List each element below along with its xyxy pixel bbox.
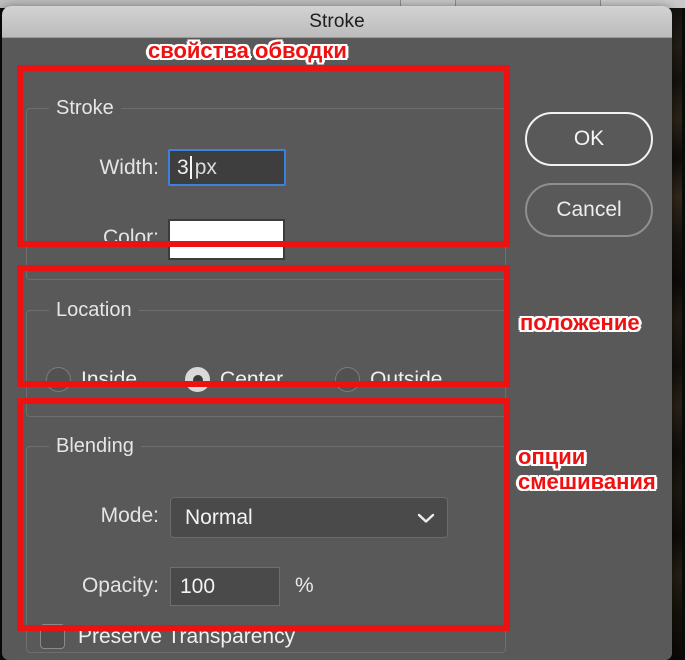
opacity-label: Opacity: (81, 574, 159, 597)
text-caret (189, 156, 192, 179)
annotation-label-blending-line2: смешивания (518, 469, 656, 494)
dialog-titlebar: Stroke (2, 6, 672, 38)
mode-select[interactable]: Normal (170, 497, 448, 538)
checkbox-icon (40, 624, 65, 649)
preserve-transparency-label: Preserve Transparency (78, 624, 296, 648)
annotation-label-blending-options: опции смешивания (518, 444, 656, 494)
stroke-group-legend: Stroke (49, 97, 121, 119)
radio-label-inside: Inside (81, 367, 138, 391)
annotation-label-location: положение (520, 310, 640, 335)
blending-group: Blending Mode: Normal Opacity: 100 % Pre… (26, 435, 506, 653)
blending-group-legend: Blending (49, 435, 141, 457)
radio-icon-selected (185, 367, 211, 392)
stroke-group: Stroke Width: 3 px Color: (26, 97, 506, 280)
radio-icon (46, 367, 71, 392)
location-group-legend: Location (49, 299, 139, 321)
color-swatch[interactable] (168, 219, 285, 260)
opacity-unit-label: % (295, 574, 314, 597)
width-input-value: 3 (177, 155, 189, 179)
width-label: Width: (99, 156, 159, 179)
opacity-input-value: 100 (180, 574, 216, 598)
radio-icon (335, 367, 361, 392)
cancel-button[interactable]: Cancel (525, 183, 653, 237)
radio-option-inside[interactable]: Inside (46, 367, 137, 392)
dialog-body: Stroke Width: 3 px Color: Location Insid… (2, 38, 672, 660)
color-label: Color: (102, 226, 159, 249)
annotation-label-stroke-properties: свойства обводки (148, 38, 347, 63)
chevron-down-icon (417, 512, 435, 524)
preserve-transparency-checkbox[interactable]: Preserve Transparency (40, 624, 295, 649)
radio-label-center: Center (220, 367, 284, 391)
location-group: Location Inside Center Outside (26, 299, 506, 417)
location-radio-group: Inside Center Outside (27, 367, 505, 392)
dialog-title: Stroke (309, 10, 365, 32)
ok-button[interactable]: OK (525, 112, 653, 166)
opacity-input[interactable]: 100 (170, 567, 280, 606)
mode-select-value: Normal (185, 505, 253, 529)
annotation-label-blending-line1: опции (518, 444, 586, 469)
mode-label: Mode: (100, 504, 159, 527)
radio-option-outside[interactable]: Outside (335, 367, 442, 392)
radio-option-center[interactable]: Center (185, 367, 283, 392)
width-input[interactable]: 3 px (168, 149, 286, 186)
radio-label-outside: Outside (370, 367, 443, 391)
width-unit-label: px (194, 155, 217, 179)
